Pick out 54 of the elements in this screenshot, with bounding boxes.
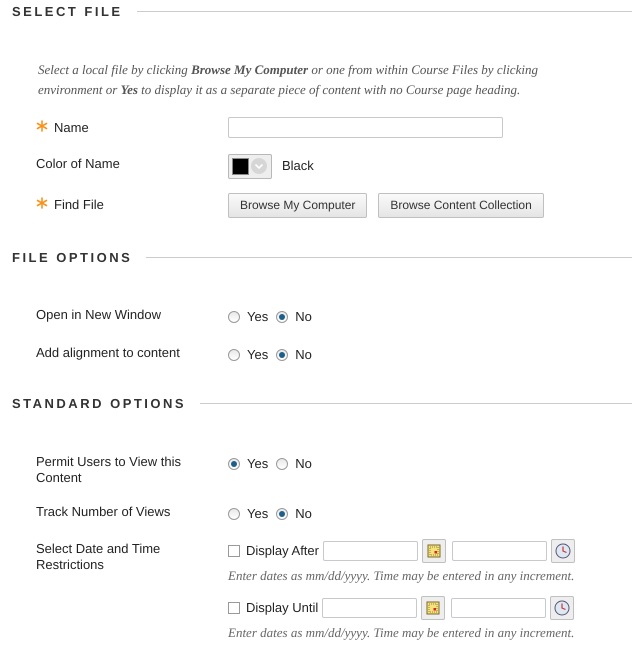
instructions-text: Select a local file by clicking Browse My Computer or one from within Course Files by clicking environment or Yes to display it as a separate piece of content with no Course page heading. xyxy=(37,60,539,99)
chevron-icon xyxy=(250,157,268,175)
radio-button[interactable] xyxy=(228,508,240,520)
time-field[interactable] xyxy=(451,598,546,618)
date-field[interactable] xyxy=(322,598,418,618)
checkbox[interactable] xyxy=(228,602,240,614)
radio-label[interactable]: Yes xyxy=(247,504,268,523)
radio-label[interactable]: No xyxy=(295,307,312,326)
checkbox[interactable] xyxy=(228,545,240,557)
color-value: Black xyxy=(282,157,314,176)
calendar-icon xyxy=(426,544,441,558)
radio-button[interactable] xyxy=(228,458,240,470)
section-heading: SELECT FILE xyxy=(12,3,123,21)
calendar-icon xyxy=(426,600,440,614)
date-field[interactable] xyxy=(322,541,418,561)
checkbox-label[interactable]: Display Until xyxy=(246,598,318,618)
field-label: Add alignment to content xyxy=(36,344,181,360)
clock-button[interactable] xyxy=(550,596,574,620)
calendar-button[interactable] xyxy=(421,596,446,620)
required-icon xyxy=(36,196,48,208)
radio-label[interactable]: Yes xyxy=(247,454,268,486)
required-icon xyxy=(36,120,48,132)
field-label: Track Number of Views xyxy=(36,504,172,520)
radio-button[interactable] xyxy=(228,348,240,360)
browse-button[interactable]: Browse Content Collection xyxy=(378,192,544,218)
field-label: Find File xyxy=(54,196,105,212)
radio-label[interactable]: Yes xyxy=(247,307,268,326)
field-label: Permit Users to View this Content xyxy=(36,454,182,486)
time-field[interactable] xyxy=(452,541,547,561)
radio-label[interactable]: Yes xyxy=(247,344,268,364)
radio-button[interactable] xyxy=(276,311,288,323)
field-label: Color of Name xyxy=(36,156,121,172)
field-label: Select Date and Time Restrictions xyxy=(36,541,162,573)
radio-label[interactable]: No xyxy=(295,504,312,523)
date-hint: Enter dates as mm/dd/yyyy. Time may be entered in any increment. xyxy=(228,624,575,642)
checkbox-label[interactable]: Display After xyxy=(246,541,319,561)
section-heading: STANDARD OPTIONS xyxy=(12,395,186,413)
clock-icon xyxy=(554,600,570,616)
section-heading: FILE OPTIONS xyxy=(12,248,132,266)
clock-button[interactable] xyxy=(550,539,575,563)
field-label: Name xyxy=(54,120,90,136)
field-label: Open in New Window xyxy=(36,307,162,323)
radio-label[interactable]: No xyxy=(295,454,312,486)
radio-button[interactable] xyxy=(228,311,240,323)
date-hint: Enter dates as mm/dd/yyyy. Time may be entered in any increment. xyxy=(228,567,575,585)
calendar-button[interactable] xyxy=(422,539,446,563)
browse-button[interactable]: Browse My Computer xyxy=(228,192,368,218)
radio-label[interactable]: No xyxy=(295,344,312,364)
radio-button[interactable] xyxy=(276,508,288,520)
clock-icon xyxy=(554,543,571,559)
radio-button[interactable] xyxy=(276,458,288,470)
color-picker[interactable] xyxy=(228,154,272,178)
radio-button[interactable] xyxy=(276,348,288,360)
name-field[interactable] xyxy=(228,116,503,138)
